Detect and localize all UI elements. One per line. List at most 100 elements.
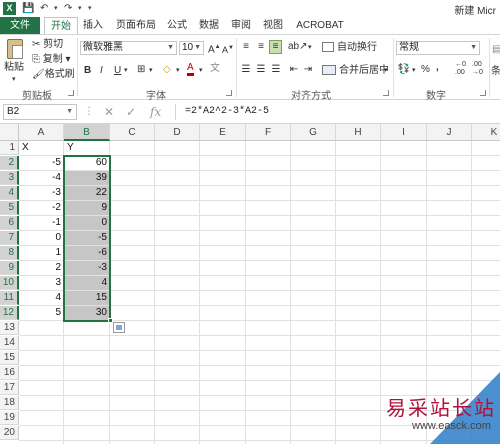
align-top-icon[interactable]: ≡ bbox=[240, 41, 252, 53]
shrink-font-button[interactable]: A▼ bbox=[222, 42, 234, 57]
row-header-3[interactable]: 3 bbox=[0, 171, 19, 185]
italic-button[interactable]: I bbox=[100, 64, 103, 77]
row-header-11[interactable]: 11 bbox=[0, 291, 19, 305]
cell-a5[interactable]: -2 bbox=[19, 201, 64, 215]
cell-a6[interactable]: -1 bbox=[19, 216, 64, 230]
formula-input[interactable]: =2*A2^2-3*A2-5 bbox=[175, 104, 500, 120]
row-header-14[interactable]: 14 bbox=[0, 336, 19, 350]
column-header-g[interactable]: G bbox=[291, 124, 336, 141]
clipboard-launcher-icon[interactable] bbox=[68, 90, 74, 96]
tab-acrobat[interactable]: ACROBAT bbox=[293, 17, 347, 34]
borders-icon[interactable]: ⊞ bbox=[137, 63, 145, 76]
row-header-9[interactable]: 9 bbox=[0, 261, 19, 275]
cut-button[interactable]: ✂ 剪切 bbox=[32, 38, 63, 51]
tab-review[interactable]: 审阅 bbox=[228, 17, 254, 34]
name-box[interactable]: B2 ▼ bbox=[3, 104, 77, 120]
quick-analysis-icon[interactable] bbox=[113, 322, 125, 333]
cell-a4[interactable]: -3 bbox=[19, 186, 64, 200]
cell-a2[interactable]: -5 bbox=[19, 156, 64, 170]
tab-view[interactable]: 视图 bbox=[260, 17, 286, 34]
row-header-13[interactable]: 13 bbox=[0, 321, 19, 335]
merge-dropdown-icon[interactable]: ▾ bbox=[384, 64, 388, 77]
paste-icon[interactable] bbox=[7, 39, 23, 59]
conditional-format-label[interactable]: 条 bbox=[491, 65, 500, 78]
redo-dropdown-icon[interactable]: ▾ bbox=[78, 2, 82, 15]
insert-function-button[interactable]: fx bbox=[150, 104, 161, 120]
currency-dropdown-icon[interactable]: ▾ bbox=[412, 64, 416, 77]
paste-dropdown-icon[interactable]: ▾ bbox=[12, 73, 16, 86]
column-header-k[interactable]: K bbox=[472, 124, 500, 141]
underline-button[interactable]: U bbox=[114, 64, 121, 77]
column-header-b[interactable]: B bbox=[64, 124, 110, 141]
borders-dropdown-icon[interactable]: ▾ bbox=[149, 64, 153, 77]
conditional-format-icon[interactable]: ▤ bbox=[492, 43, 500, 56]
font-color-button[interactable]: A bbox=[187, 63, 194, 76]
phonetic-icon[interactable]: 文 bbox=[210, 62, 220, 75]
column-header-f[interactable]: F bbox=[246, 124, 291, 141]
row-header-12[interactable]: 12 bbox=[0, 306, 19, 320]
cell-a12[interactable]: 5 bbox=[19, 306, 64, 320]
orientation-dropdown-icon[interactable]: ▾ bbox=[308, 41, 312, 54]
font-launcher-icon[interactable] bbox=[226, 90, 232, 96]
font-size-combo[interactable]: 10 ▼ bbox=[179, 41, 204, 55]
increase-decimal-button[interactable]: ←0.00 bbox=[455, 61, 466, 77]
enter-icon[interactable]: ✓ bbox=[126, 104, 136, 120]
decrease-decimal-button[interactable]: .00 →0 bbox=[472, 61, 483, 77]
number-launcher-icon[interactable] bbox=[480, 90, 486, 96]
increase-indent-icon[interactable]: ⇥ bbox=[302, 64, 314, 76]
font-color-dropdown-icon[interactable]: ▾ bbox=[199, 64, 203, 77]
merge-center-button[interactable]: 合并后居中 bbox=[339, 64, 389, 77]
align-left-icon[interactable]: ☰ bbox=[240, 64, 252, 76]
column-header-d[interactable]: D bbox=[155, 124, 200, 141]
font-name-combo[interactable]: 微软雅黑 ▼ bbox=[80, 41, 177, 55]
alignment-launcher-icon[interactable] bbox=[383, 90, 389, 96]
percent-button[interactable]: % bbox=[421, 63, 430, 76]
column-header-a[interactable]: A bbox=[19, 124, 64, 141]
column-header-i[interactable]: I bbox=[381, 124, 427, 141]
row-header-17[interactable]: 17 bbox=[0, 381, 19, 395]
row-header-6[interactable]: 6 bbox=[0, 216, 19, 230]
tab-formulas[interactable]: 公式 bbox=[164, 17, 190, 34]
align-middle-icon[interactable]: ≡ bbox=[255, 41, 267, 53]
column-header-c[interactable]: C bbox=[110, 124, 155, 141]
row-header-1[interactable]: 1 bbox=[0, 141, 19, 155]
row-header-5[interactable]: 5 bbox=[0, 201, 19, 215]
fill-color-icon[interactable]: ◇ bbox=[163, 63, 171, 76]
row-header-20[interactable]: 20 bbox=[0, 426, 19, 440]
column-header-e[interactable]: E bbox=[200, 124, 246, 141]
row-header-4[interactable]: 4 bbox=[0, 186, 19, 200]
underline-dropdown-icon[interactable]: ▾ bbox=[124, 64, 128, 77]
row-header-19[interactable]: 19 bbox=[0, 411, 19, 425]
cell-a10[interactable]: 3 bbox=[19, 276, 64, 290]
align-bottom-icon[interactable]: ≡ bbox=[269, 40, 282, 54]
row-header-10[interactable]: 10 bbox=[0, 276, 19, 290]
save-icon[interactable]: 💾 bbox=[22, 2, 34, 15]
cell-a7[interactable]: 0 bbox=[19, 231, 64, 245]
cell-a3[interactable]: -4 bbox=[19, 171, 64, 185]
row-header-8[interactable]: 8 bbox=[0, 246, 19, 260]
cell-a1[interactable]: X bbox=[19, 141, 64, 155]
cancel-icon[interactable]: ✕ bbox=[104, 104, 114, 120]
decrease-indent-icon[interactable]: ⇤ bbox=[288, 64, 300, 76]
copy-button[interactable]: ⎘ 复制 ▾ bbox=[32, 53, 71, 66]
row-header-15[interactable]: 15 bbox=[0, 351, 19, 365]
bold-button[interactable]: B bbox=[84, 64, 91, 77]
number-format-combo[interactable]: 常规 ▼ bbox=[396, 41, 480, 55]
redo-icon[interactable]: ↷ bbox=[64, 2, 72, 15]
grow-font-button[interactable]: A▲ bbox=[208, 41, 221, 56]
cell-a8[interactable]: 1 bbox=[19, 246, 64, 260]
align-center-icon[interactable]: ☰ bbox=[255, 64, 267, 76]
orientation-icon[interactable]: ab↗ bbox=[288, 41, 308, 53]
tab-file[interactable]: 文件 bbox=[0, 17, 40, 34]
undo-dropdown-icon[interactable]: ▾ bbox=[54, 2, 58, 15]
fill-color-dropdown-icon[interactable]: ▾ bbox=[176, 64, 180, 77]
format-painter-button[interactable]: 🖌格式刷 bbox=[32, 68, 75, 81]
customize-qat-icon[interactable]: ▾ bbox=[88, 2, 92, 15]
tab-page-layout[interactable]: 页面布局 bbox=[114, 17, 158, 34]
column-header-h[interactable]: H bbox=[336, 124, 381, 141]
select-all-corner[interactable] bbox=[0, 124, 19, 141]
row-header-16[interactable]: 16 bbox=[0, 366, 19, 380]
row-header-18[interactable]: 18 bbox=[0, 396, 19, 410]
row-header-2[interactable]: 2 bbox=[0, 156, 19, 170]
row-header-7[interactable]: 7 bbox=[0, 231, 19, 245]
